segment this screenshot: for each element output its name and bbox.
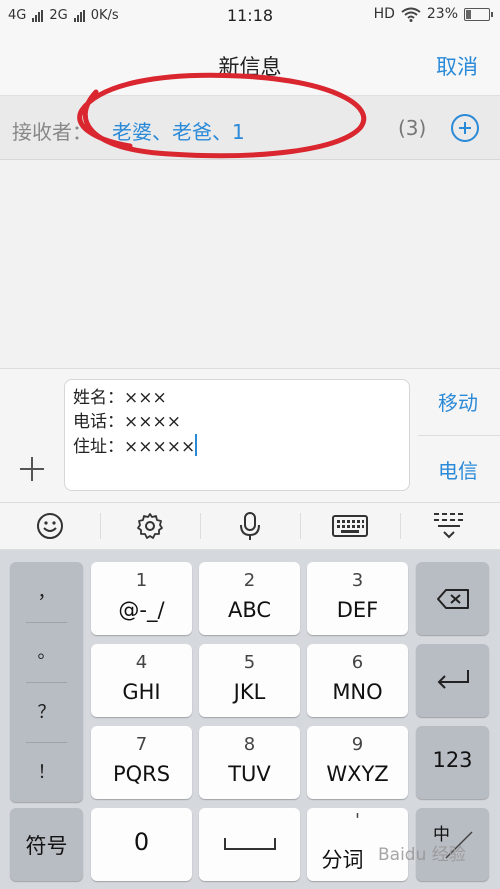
key-6[interactable]: 6 MNO [307,644,408,717]
keyboard-switch-button[interactable] [300,503,400,549]
divider [26,622,67,623]
recipient-count: (3) [398,116,427,140]
key-number: 8 [243,734,256,755]
key-number: 9 [351,734,364,755]
message-line-phone: 电话：×××× [73,412,181,432]
send-sim1-button[interactable]: 移动 [416,387,500,416]
key-4[interactable]: 4 GHI [91,644,192,717]
key-2[interactable]: 2 ABC [199,562,300,635]
microphone-icon [240,512,260,540]
key-8[interactable]: 8 TUV [199,726,300,799]
settings-icon [137,513,163,539]
message-composer: 姓名：××× 电话：×××× 住址：××××× 移动 电信 [0,368,500,502]
key-letters: TUV [228,762,271,786]
divider [418,435,500,436]
segment-key[interactable]: ' 分词 [307,808,408,881]
key-letters: ABC [227,598,272,622]
key-label: 123 [432,748,473,772]
key-letters: WXYZ [326,762,389,786]
emoji-button[interactable] [0,503,100,549]
send-sim2-button[interactable]: 电信 [416,455,500,484]
key-7[interactable]: 7 PQRS [91,726,192,799]
page-title: 新信息 [218,55,282,79]
add-attachment-icon[interactable] [20,457,44,481]
punct-key-exclaim[interactable]: ！ [10,744,83,802]
punct-key-comma[interactable]: ， [10,564,83,622]
key-apostrophe: ' [355,810,360,831]
key-letters: GHI [122,680,161,704]
language-switch-key[interactable]: 中 [416,808,489,881]
battery-level [466,9,471,19]
recipient-names[interactable]: 老婆、老爸、1 [112,116,245,145]
space-icon [224,838,276,850]
key-0[interactable]: 0 [91,808,192,881]
key-letters: DEF [336,598,379,622]
key-letters: MNO [332,680,383,704]
emoji-icon [37,513,63,539]
divider [26,682,67,683]
key-number: 7 [135,734,148,755]
key-label: 分词 [321,848,364,872]
numeric-mode-key[interactable]: 123 [416,726,489,799]
navigation-bar: 新信息 取消 [0,34,500,96]
key-number: 2 [243,570,256,591]
key-number: 1 [135,570,148,591]
symbols-key[interactable]: 符号 [10,808,83,881]
collapse-keyboard-icon [434,513,463,539]
message-line-name: 姓名：××× [73,388,167,408]
key-9[interactable]: 9 WXYZ [307,726,408,799]
key-3[interactable]: 3 DEF [307,562,408,635]
key-letters: JKL [233,680,266,704]
hd-indicator: HD [373,6,395,22]
key-5[interactable]: 5 JKL [199,644,300,717]
wifi-icon [401,7,421,22]
text-cursor [195,434,198,456]
recipient-row[interactable]: 接收者： 老婆、老爸、1 (3) [0,96,500,160]
key-number: 3 [351,570,364,591]
cancel-button[interactable]: 取消 [436,51,478,81]
backspace-icon [437,589,469,609]
hide-keyboard-button[interactable] [400,503,500,549]
key-number: 6 [351,652,364,673]
keyboard-toolbar [0,502,500,550]
key-number: 5 [243,652,256,673]
keyboard-icon [332,515,368,537]
key-letters: @-_/ [118,598,165,622]
divider [26,742,67,743]
add-recipient-icon[interactable] [451,114,479,142]
key-label: 中 [433,825,450,845]
battery-icon [464,7,493,21]
message-line-address-text: 住址：××××× [73,437,196,457]
settings-button[interactable] [100,503,200,549]
key-label: 0 [133,828,150,856]
punct-key-period[interactable]: 。 [10,624,83,682]
enter-icon [437,670,469,689]
key-1[interactable]: 1 @-_/ [91,562,192,635]
message-line-address: 住址：××××× [73,434,401,459]
enter-key[interactable] [416,644,489,717]
message-input[interactable]: 姓名：××× 电话：×××× 住址：××××× [64,379,410,491]
diagonal-slash-icon [445,831,473,859]
recipient-label: 接收者： [12,120,92,144]
punctuation-column: ， 。 ？ ！ [10,562,83,802]
status-bar: 4G 2G 0K/s 11:18 HD 23% [0,0,500,34]
battery-percent: 23% [426,6,458,22]
key-letters: PQRS [112,762,171,786]
t9-keyboard: ， 。 ？ ！ 1 @-_/ 2 ABC 3 DEF 4 GHI 5 JKL 6… [0,550,500,889]
punct-key-question[interactable]: ？ [10,684,83,742]
key-label: 符号 [25,834,68,858]
conversation-area [0,160,500,368]
backspace-key[interactable] [416,562,489,635]
key-number: 4 [135,652,148,673]
voice-input-button[interactable] [200,503,300,549]
